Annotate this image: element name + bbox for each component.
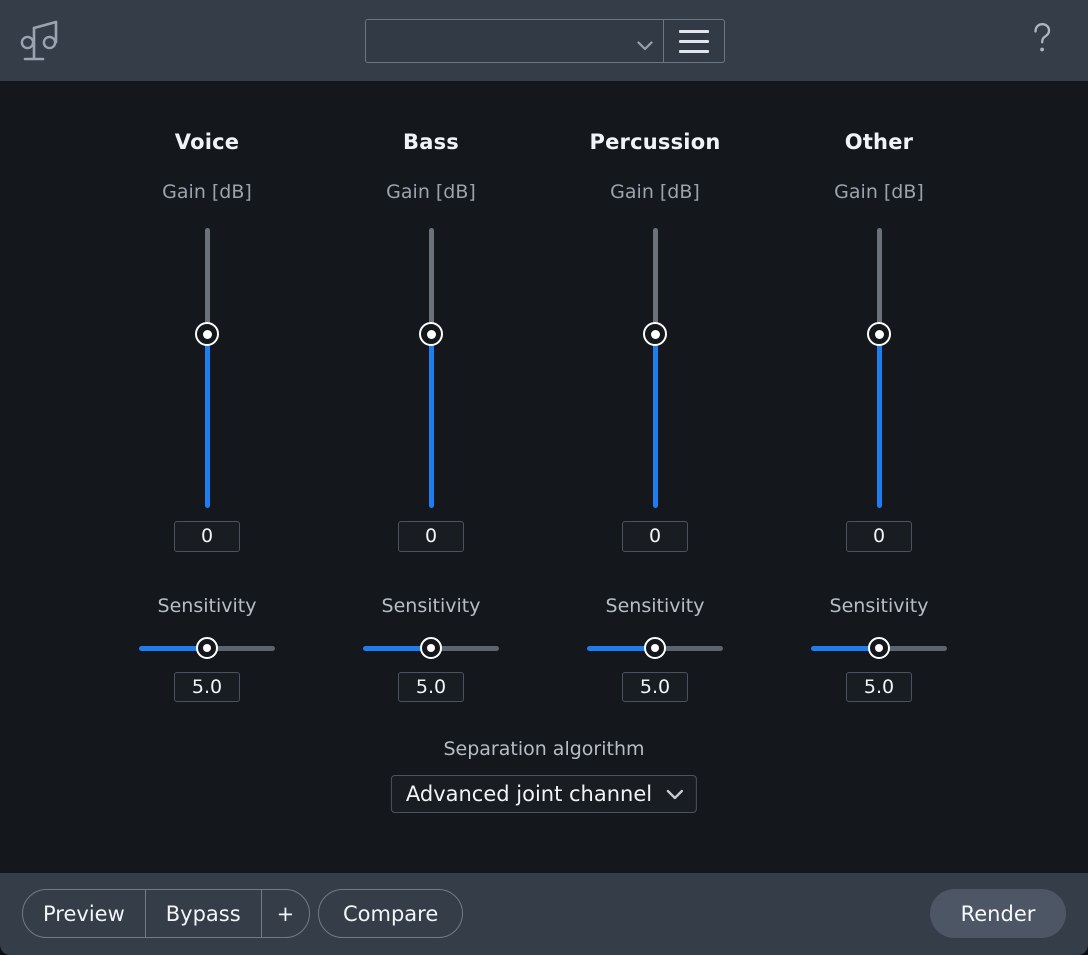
separation-algorithm-label: Separation algorithm [443, 738, 645, 760]
preset-control-group [365, 19, 725, 63]
music-note-icon [20, 18, 64, 64]
hamburger-icon[interactable] [663, 19, 725, 63]
handle-dot [874, 329, 884, 339]
gain-slider-track-upper [205, 228, 210, 334]
sensitivity-slider-handle[interactable] [868, 637, 890, 659]
sensitivity-input[interactable]: 5.0 [398, 672, 464, 702]
header-bar [0, 0, 1088, 81]
stem-title: Percussion [589, 130, 721, 154]
gain-slider[interactable] [192, 228, 222, 508]
transport-button-group: Preview Bypass + [22, 889, 311, 938]
compare-button[interactable]: Compare [318, 889, 464, 938]
gain-label: Gain [dB] [610, 181, 700, 203]
gain-slider-handle[interactable] [195, 322, 219, 346]
gain-slider-handle[interactable] [867, 322, 891, 346]
gain-input[interactable]: 0 [846, 521, 912, 552]
handle-dot [875, 644, 883, 652]
separation-algorithm-dropdown[interactable]: Advanced joint channel [390, 775, 698, 813]
hamburger-line [679, 49, 709, 53]
footer-bar: Preview Bypass + Compare Render [0, 873, 1088, 955]
gain-slider-track-upper [429, 228, 434, 334]
gain-slider-handle[interactable] [643, 322, 667, 346]
gain-slider[interactable] [416, 228, 446, 508]
stem-title: Other [844, 130, 914, 154]
sensitivity-slider-handle[interactable] [644, 637, 666, 659]
sensitivity-label: Sensitivity [381, 595, 481, 617]
sensitivity-slider[interactable] [139, 637, 275, 659]
sensitivity-label: Sensitivity [157, 595, 257, 617]
bypass-button[interactable]: Bypass [146, 890, 262, 937]
sensitivity-slider[interactable] [811, 637, 947, 659]
handle-dot [203, 644, 211, 652]
gain-slider-track-filled [205, 334, 210, 508]
help-button[interactable] [1018, 16, 1066, 64]
preview-button[interactable]: Preview [23, 890, 146, 937]
gain-slider-handle[interactable] [419, 322, 443, 346]
gain-label: Gain [dB] [834, 181, 924, 203]
gain-slider-track-filled [429, 334, 434, 508]
handle-dot [202, 329, 212, 339]
chevron-down-icon [637, 36, 653, 51]
sensitivity-slider-handle[interactable] [420, 637, 442, 659]
handle-dot [427, 644, 435, 652]
gain-label: Gain [dB] [162, 181, 252, 203]
hamburger-line [679, 39, 709, 43]
question-mark-icon [1027, 21, 1057, 59]
gain-slider-track-upper [653, 228, 658, 334]
sensitivity-slider[interactable] [587, 637, 723, 659]
sensitivity-label: Sensitivity [829, 595, 929, 617]
plugin-window: Voice Gain [dB] 0 Sensitivity 5.0 Bass G… [0, 0, 1088, 955]
main-panel: Voice Gain [dB] 0 Sensitivity 5.0 Bass G… [0, 81, 1088, 873]
chevron-down-icon [666, 785, 684, 804]
sensitivity-slider-handle[interactable] [196, 637, 218, 659]
stem-title: Voice [174, 130, 240, 154]
gain-slider-track-filled [653, 334, 658, 508]
handle-dot [650, 329, 660, 339]
preset-dropdown[interactable] [365, 19, 663, 63]
sensitivity-input[interactable]: 5.0 [174, 672, 240, 702]
handle-dot [426, 329, 436, 339]
gain-input[interactable]: 0 [174, 521, 240, 552]
gain-slider-track-upper [877, 228, 882, 334]
gain-slider-track-filled [877, 334, 882, 508]
sensitivity-input[interactable]: 5.0 [846, 672, 912, 702]
hamburger-line [679, 29, 709, 33]
render-button[interactable]: Render [930, 889, 1066, 938]
stem-title: Bass [403, 130, 459, 154]
sensitivity-slider[interactable] [363, 637, 499, 659]
gain-slider[interactable] [864, 228, 894, 508]
add-button[interactable]: + [262, 890, 310, 937]
separation-algorithm-value: Advanced joint channel [405, 782, 653, 806]
gain-input[interactable]: 0 [398, 521, 464, 552]
sensitivity-label: Sensitivity [605, 595, 705, 617]
handle-dot [651, 644, 659, 652]
gain-input[interactable]: 0 [622, 521, 688, 552]
gain-label: Gain [dB] [386, 181, 476, 203]
gain-slider[interactable] [640, 228, 670, 508]
sensitivity-input[interactable]: 5.0 [622, 672, 688, 702]
